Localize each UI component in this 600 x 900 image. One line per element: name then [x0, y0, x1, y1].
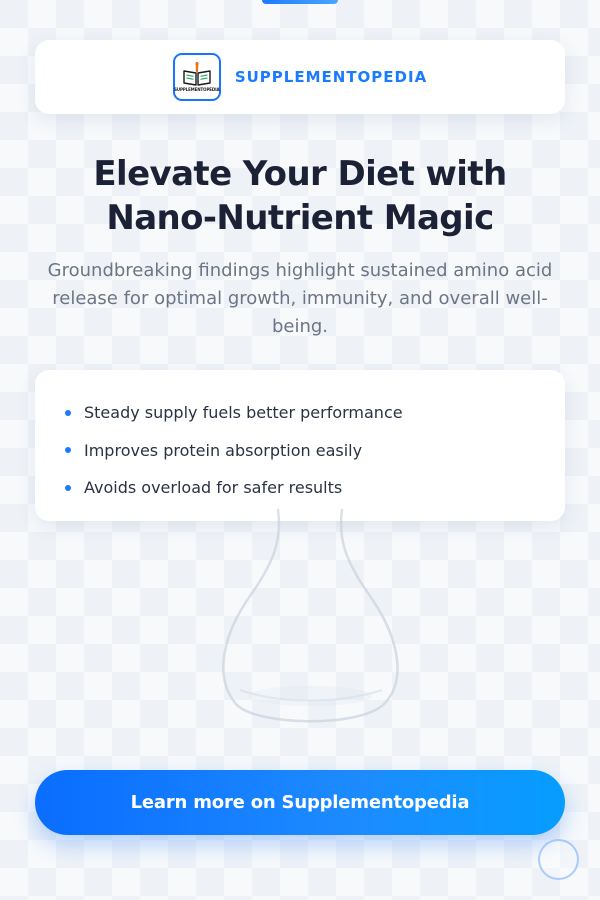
benefit-text: Steady supply fuels better performance	[84, 403, 403, 423]
hero-title-line-2: Nano-Nutrient Magic	[106, 198, 494, 238]
hero-subtitle: Groundbreaking findings highlight sustai…	[47, 260, 553, 337]
open-book-icon	[183, 62, 211, 86]
logo-wordmark: SUPPLEMENTOPEDIA	[174, 87, 220, 92]
hero-title-line-1: Elevate Your Diet with	[93, 154, 507, 194]
benefit-item: Improves protein absorption easily	[65, 432, 537, 470]
benefit-text: Improves protein absorption easily	[84, 440, 363, 460]
bullet-dot-icon	[65, 409, 71, 416]
circle-ring-icon[interactable]	[538, 839, 579, 880]
benefits-card: Steady supply fuels better performance I…	[35, 370, 565, 521]
bullet-dot-icon	[65, 447, 71, 454]
bullet-dot-icon	[65, 484, 71, 491]
top-accent-bar	[262, 0, 338, 4]
benefit-item: Steady supply fuels better performance	[65, 394, 537, 432]
brand-logo: SUPPLEMENTOPEDIA	[172, 53, 221, 101]
learn-more-button[interactable]: Learn more on Supplementopedia	[35, 770, 565, 835]
hero-title: Elevate Your Diet with Nano-Nutrient Mag…	[30, 152, 570, 240]
flask-icon	[222, 508, 399, 723]
brand-name[interactable]: SUPPLEMENTOPEDIA	[235, 68, 427, 86]
benefit-text: Avoids overload for safer results	[84, 478, 343, 498]
brand-header: SUPPLEMENTOPEDIA SUPPLEMENTOPEDIA	[35, 40, 565, 114]
